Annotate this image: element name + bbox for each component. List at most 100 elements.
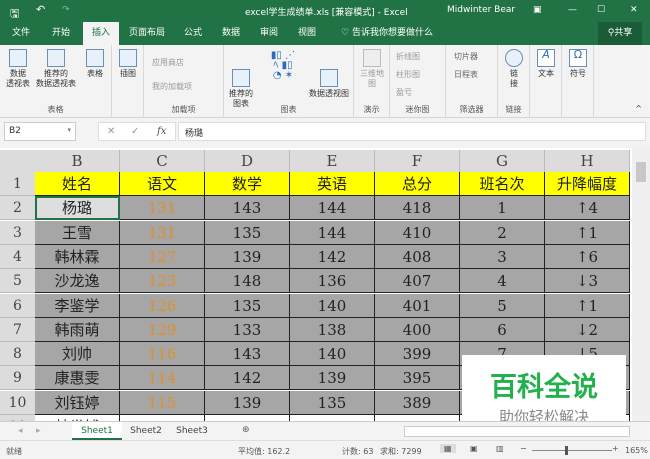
table-cell[interactable]: 401 bbox=[375, 293, 460, 318]
tab-data[interactable]: 数据 bbox=[214, 22, 248, 45]
vertical-scrollbar[interactable] bbox=[632, 148, 650, 421]
table-cell[interactable]: 刘钰婷 bbox=[35, 390, 120, 415]
text-button[interactable]: A 文本 bbox=[534, 49, 558, 79]
table-cell[interactable]: 131 bbox=[120, 196, 205, 221]
table-cell[interactable]: 2 bbox=[460, 220, 545, 245]
table-cell[interactable]: 1 bbox=[460, 196, 545, 221]
close-icon[interactable]: ✕ bbox=[630, 5, 638, 15]
row-header[interactable]: 6 bbox=[0, 293, 35, 318]
table-cell[interactable]: 400 bbox=[375, 317, 460, 342]
table-cell[interactable]: 王雪 bbox=[35, 220, 120, 245]
table-cell[interactable]: 133 bbox=[205, 317, 290, 342]
table-cell[interactable]: 康惠雯 bbox=[35, 366, 120, 391]
formula-input[interactable]: 杨璐 bbox=[178, 122, 646, 141]
add-sheet-icon[interactable]: ⊕ bbox=[242, 425, 250, 435]
table-cell[interactable]: 131 bbox=[120, 220, 205, 245]
row-header[interactable]: 3 bbox=[0, 220, 35, 245]
table-cell[interactable]: 144 bbox=[290, 196, 375, 221]
share-button[interactable]: ⚲共享 bbox=[598, 22, 642, 45]
row-header[interactable]: 5 bbox=[0, 269, 35, 294]
collapse-ribbon-icon[interactable]: ^ bbox=[635, 104, 642, 113]
table-cell[interactable]: 142 bbox=[290, 244, 375, 269]
sparkline-line-button[interactable]: 折线图 bbox=[396, 51, 420, 62]
table-cell[interactable]: 410 bbox=[375, 220, 460, 245]
zoom-out-icon[interactable]: − bbox=[520, 444, 527, 453]
select-all-corner[interactable] bbox=[0, 150, 35, 172]
table-cell[interactable]: 129 bbox=[120, 317, 205, 342]
table-header-cell[interactable]: 语文 bbox=[120, 172, 205, 196]
slicer-button[interactable]: 切片器 bbox=[454, 51, 478, 62]
table-cell[interactable]: 沙龙逸 bbox=[35, 269, 120, 294]
sparkline-winloss-button[interactable]: 盈亏 bbox=[396, 87, 412, 98]
table-header-cell[interactable]: 姓名 bbox=[35, 172, 120, 196]
prev-sheet-icon[interactable]: ◂ bbox=[18, 426, 23, 436]
chevron-down-icon[interactable]: ▾ bbox=[67, 126, 71, 134]
column-header-C[interactable]: C bbox=[120, 150, 205, 172]
table-cell[interactable]: 韩雨萌 bbox=[35, 317, 120, 342]
table-cell[interactable]: 123 bbox=[120, 269, 205, 294]
table-cell[interactable]: 140 bbox=[290, 342, 375, 367]
link-button[interactable]: 链 接 bbox=[502, 49, 526, 89]
table-cell[interactable]: 4 bbox=[460, 269, 545, 294]
tab-home[interactable]: 开始 bbox=[42, 22, 80, 45]
table-cell[interactable]: ↓2 bbox=[545, 317, 630, 342]
table-cell[interactable]: ↑1 bbox=[545, 220, 630, 245]
row-header[interactable]: 10 bbox=[0, 390, 35, 415]
tab-page-layout[interactable]: 页面布局 bbox=[122, 22, 172, 45]
minimize-icon[interactable]: — bbox=[568, 5, 577, 15]
recommended-charts-button[interactable]: 推荐的 图表 bbox=[228, 69, 254, 109]
table-cell[interactable]: ↑4 bbox=[545, 196, 630, 221]
user-name[interactable]: Midwinter Bear bbox=[447, 5, 515, 15]
row-header[interactable]: 2 bbox=[0, 196, 35, 221]
table-cell[interactable]: 杨璐 bbox=[35, 196, 120, 221]
table-cell[interactable]: ↓3 bbox=[545, 269, 630, 294]
table-header-cell[interactable]: 数学 bbox=[205, 172, 290, 196]
column-header-E[interactable]: E bbox=[290, 150, 375, 172]
table-cell[interactable]: 408 bbox=[375, 244, 460, 269]
illustrations-button[interactable]: 插图 bbox=[116, 49, 140, 79]
table-cell[interactable]: 126 bbox=[120, 293, 205, 318]
table-cell[interactable]: 389 bbox=[375, 390, 460, 415]
name-box[interactable]: B2 ▾ bbox=[4, 122, 76, 141]
row-header[interactable]: 4 bbox=[0, 244, 35, 269]
table-cell[interactable]: 395 bbox=[375, 366, 460, 391]
table-cell[interactable]: 136 bbox=[290, 269, 375, 294]
table-cell[interactable]: ↑6 bbox=[545, 244, 630, 269]
pivot-chart-button[interactable]: 数据透视图 bbox=[304, 69, 354, 99]
table-cell[interactable]: 韩林霖 bbox=[35, 244, 120, 269]
table-cell[interactable]: 418 bbox=[375, 196, 460, 221]
column-header-H[interactable]: H bbox=[545, 150, 630, 172]
page-layout-view-icon[interactable]: ▣ bbox=[470, 444, 478, 453]
row-header[interactable]: 7 bbox=[0, 317, 35, 342]
table-cell[interactable]: 140 bbox=[290, 293, 375, 318]
zoom-in-icon[interactable]: + bbox=[612, 444, 619, 453]
enter-icon[interactable]: ✓ bbox=[131, 126, 139, 137]
table-cell[interactable]: 114 bbox=[120, 366, 205, 391]
store-button[interactable]: 应用商店 bbox=[152, 57, 184, 68]
tab-view[interactable]: 视图 bbox=[290, 22, 324, 45]
row-header[interactable]: 8 bbox=[0, 342, 35, 367]
table-cell[interactable]: 116 bbox=[120, 342, 205, 367]
table-cell[interactable]: 143 bbox=[205, 196, 290, 221]
normal-view-icon[interactable]: ▦ bbox=[440, 444, 456, 453]
pivot-table-button[interactable]: 数据 透视表 bbox=[4, 49, 32, 89]
zoom-slider-thumb[interactable] bbox=[565, 446, 568, 455]
sheet-tab-sheet3[interactable]: Sheet3 bbox=[170, 422, 214, 440]
row-header[interactable]: 9 bbox=[0, 366, 35, 391]
tab-insert[interactable]: 插入 bbox=[83, 22, 119, 45]
table-cell[interactable]: 135 bbox=[205, 220, 290, 245]
tab-review[interactable]: 审阅 bbox=[252, 22, 286, 45]
table-header-cell[interactable]: 升降幅度 bbox=[545, 172, 630, 196]
undo-icon[interactable]: ↶ bbox=[36, 3, 45, 16]
table-cell[interactable]: ↑1 bbox=[545, 293, 630, 318]
horizontal-scrollbar[interactable] bbox=[404, 426, 630, 437]
table-header-cell[interactable]: 英语 bbox=[290, 172, 375, 196]
page-break-view-icon[interactable]: ▥ bbox=[496, 444, 504, 453]
tab-file[interactable]: 文件 bbox=[4, 22, 38, 45]
maximize-icon[interactable]: ☐ bbox=[597, 5, 605, 15]
column-header-G[interactable]: G bbox=[460, 150, 545, 172]
ribbon-display-icon[interactable]: ▣ bbox=[533, 5, 542, 15]
table-cell[interactable]: 138 bbox=[290, 317, 375, 342]
table-cell[interactable]: 3 bbox=[460, 244, 545, 269]
table-cell[interactable]: 148 bbox=[205, 269, 290, 294]
